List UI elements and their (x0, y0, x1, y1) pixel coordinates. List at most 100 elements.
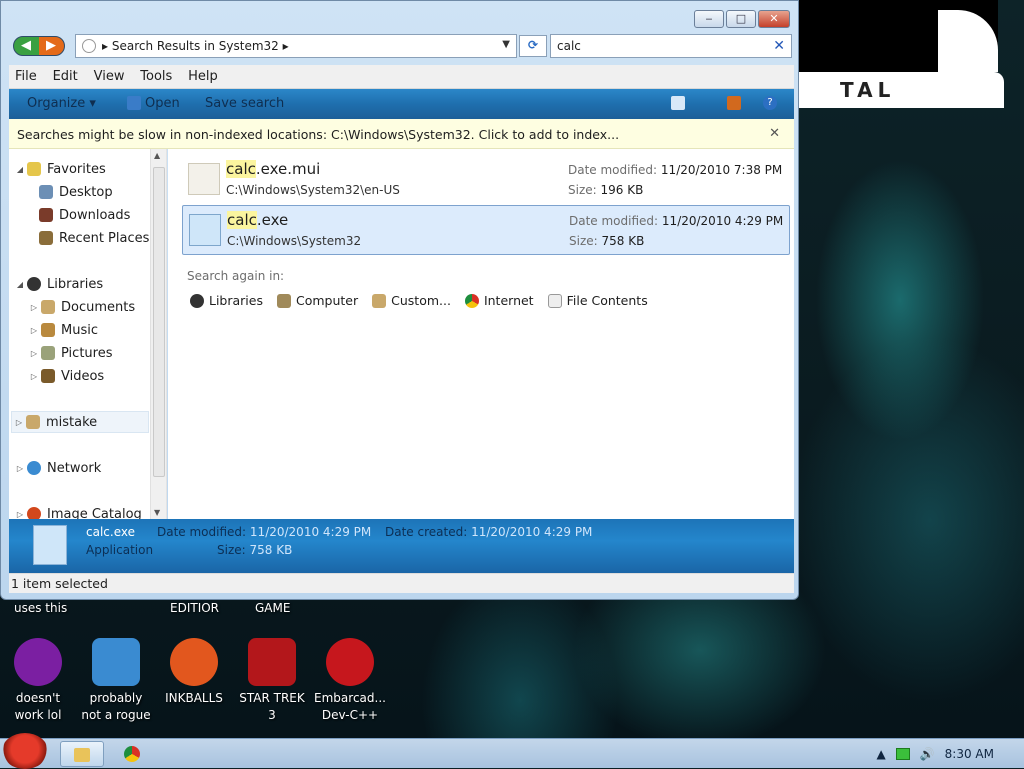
back-arrow-icon[interactable]: ◀ (21, 38, 31, 53)
chrome-icon (124, 746, 140, 762)
desktop-icon-inkballs[interactable]: INKBALLS (158, 638, 230, 707)
forward-arrow-icon[interactable]: ▶ (46, 38, 56, 53)
taskbar-explorer-button[interactable] (60, 741, 104, 767)
search-box[interactable]: calc ✕ (550, 34, 792, 58)
desktop-icon-star-trek[interactable]: STAR TREK 3 (236, 638, 308, 724)
collapse-arrow-icon[interactable]: ▷ (13, 510, 27, 519)
address-bar[interactable]: ▸ Search Results in System32 ▸ ▼ (75, 34, 517, 58)
search-again-libraries[interactable]: Libraries (190, 293, 263, 308)
index-info-bar[interactable]: Searches might be slow in non-indexed lo… (9, 119, 794, 149)
search-input[interactable]: calc (557, 39, 581, 53)
address-dropdown-icon[interactable]: ▼ (502, 39, 510, 50)
volume-icon[interactable]: 🔊 (920, 747, 935, 761)
save-search-button[interactable]: Save search (205, 96, 284, 111)
close-button[interactable]: ✕ (758, 10, 790, 28)
minimize-button[interactable]: ‒ (694, 10, 724, 28)
nav-image-catalog[interactable]: ▷ Image Catalog (13, 503, 142, 519)
nav-mistake[interactable]: ▷ mistake (11, 411, 149, 433)
help-icon[interactable]: ? (763, 96, 777, 110)
nav-libraries[interactable]: ◢ Libraries (13, 273, 103, 295)
monitor-gears-icon (92, 638, 140, 686)
view-options-icon[interactable] (671, 96, 685, 110)
nav-desktop[interactable]: Desktop (39, 181, 113, 203)
desktop-icon-yahoo[interactable]: doesn't work lol (2, 638, 74, 724)
nav-pictures[interactable]: ▷ Pictures (27, 342, 113, 364)
menu-file[interactable]: File (9, 65, 43, 84)
result-size: Size: 196 KB (568, 183, 644, 197)
open-button[interactable]: Open (145, 96, 180, 111)
nav-recent-places[interactable]: Recent Places (39, 227, 149, 249)
result-item-calc-exe-mui[interactable]: calc.exe.mui C:\Windows\System32\en-US D… (182, 155, 790, 205)
maximize-button[interactable]: □ (726, 10, 756, 28)
title-bar[interactable]: ‒ □ ✕ (1, 1, 798, 31)
back-forward-buttons[interactable]: ◀ ▶ (13, 36, 65, 56)
result-date-modified: Date modified: 11/20/2010 7:38 PM (568, 163, 783, 177)
image-catalog-icon (27, 507, 41, 519)
document-search-icon (547, 293, 562, 308)
menu-help[interactable]: Help (182, 65, 224, 84)
desktop-label-uses-this: uses this (14, 601, 68, 615)
search-again-internet[interactable]: Internet (464, 293, 534, 308)
desktop-icon (39, 185, 53, 199)
nav-label: Recent Places (59, 230, 150, 246)
address-text: ▸ Search Results in System32 ▸ (102, 39, 289, 53)
menu-bar: File Edit View Tools Help (9, 65, 794, 89)
nav-videos[interactable]: ▷ Videos (27, 365, 104, 387)
libraries-icon (27, 277, 41, 291)
folder-icon (74, 748, 90, 762)
search-again-options: Libraries Computer Custom... Internet Fi… (190, 293, 648, 308)
start-button[interactable] (2, 733, 48, 769)
libraries-icon (190, 293, 204, 308)
scrollbar-thumb[interactable] (153, 167, 165, 477)
status-bar: 1 item selected (9, 573, 794, 593)
nav-label: Documents (61, 299, 136, 315)
result-path: C:\Windows\System32 (227, 234, 362, 248)
menu-view[interactable]: View (88, 65, 131, 84)
expand-arrow-icon[interactable]: ◢ (13, 165, 27, 174)
collapse-arrow-icon[interactable]: ▷ (27, 372, 41, 381)
show-hidden-icons-icon[interactable]: ▲ (876, 747, 885, 761)
chrome-icon (464, 293, 479, 308)
computer-icon (277, 293, 291, 308)
scroll-down-icon[interactable]: ▼ (154, 508, 160, 517)
battery-icon[interactable] (895, 748, 910, 760)
collapse-arrow-icon[interactable]: ▷ (13, 464, 27, 473)
info-bar-text: Searches might be slow in non-indexed lo… (17, 127, 620, 142)
nav-documents[interactable]: ▷ Documents (27, 296, 135, 318)
taskbar-chrome-button[interactable] (110, 741, 154, 767)
system-tray: ▲ 🔊 8:30 AM (876, 739, 1024, 769)
preview-pane-icon[interactable] (727, 96, 741, 110)
desktop-label-editior: EDITIOR (170, 601, 220, 615)
navigation-pane: ◢ Favorites Desktop Downloads Recent Pla… (9, 149, 167, 519)
search-folder-icon (82, 39, 96, 53)
collapse-arrow-icon[interactable]: ▷ (27, 349, 41, 358)
desktop-icon-devcpp[interactable]: Embarcad... Dev-C++ (314, 638, 386, 724)
explorer-window: ‒ □ ✕ ◀ ▶ ▸ Search Results in System32 ▸… (0, 0, 799, 600)
collapse-arrow-icon[interactable]: ▷ (27, 303, 41, 312)
menu-tools[interactable]: Tools (134, 65, 178, 84)
nav-network[interactable]: ▷ Network (13, 457, 101, 479)
collapse-arrow-icon[interactable]: ▷ (27, 326, 41, 335)
downloads-icon (39, 208, 53, 222)
refresh-button[interactable]: ⟳ (519, 35, 547, 57)
expand-arrow-icon[interactable]: ◢ (13, 280, 27, 289)
nav-scrollbar[interactable]: ▲ ▼ (150, 149, 166, 519)
wallpaper-corner (798, 0, 998, 72)
search-again-computer[interactable]: Computer (277, 293, 358, 308)
result-item-calc-exe[interactable]: calc.exe C:\Windows\System32 Date modifi… (182, 205, 790, 255)
inkball-icon (170, 638, 218, 686)
clear-search-icon[interactable]: ✕ (773, 38, 785, 54)
search-again-custom[interactable]: Custom... (372, 293, 451, 308)
nav-favorites[interactable]: ◢ Favorites (13, 158, 106, 180)
info-bar-close-icon[interactable]: ✕ (769, 126, 780, 141)
menu-edit[interactable]: Edit (47, 65, 84, 84)
collapse-arrow-icon[interactable]: ▷ (12, 418, 26, 427)
search-again-file-contents[interactable]: File Contents (547, 293, 648, 308)
clock[interactable]: 8:30 AM (945, 747, 994, 761)
scroll-up-icon[interactable]: ▲ (154, 151, 160, 160)
organize-button[interactable]: Organize ▾ (27, 96, 96, 111)
nav-music[interactable]: ▷ Music (27, 319, 98, 341)
details-type: Application (86, 543, 154, 557)
nav-downloads[interactable]: Downloads (39, 204, 130, 226)
desktop-icon-rogue[interactable]: probably not a rogue (80, 638, 152, 724)
